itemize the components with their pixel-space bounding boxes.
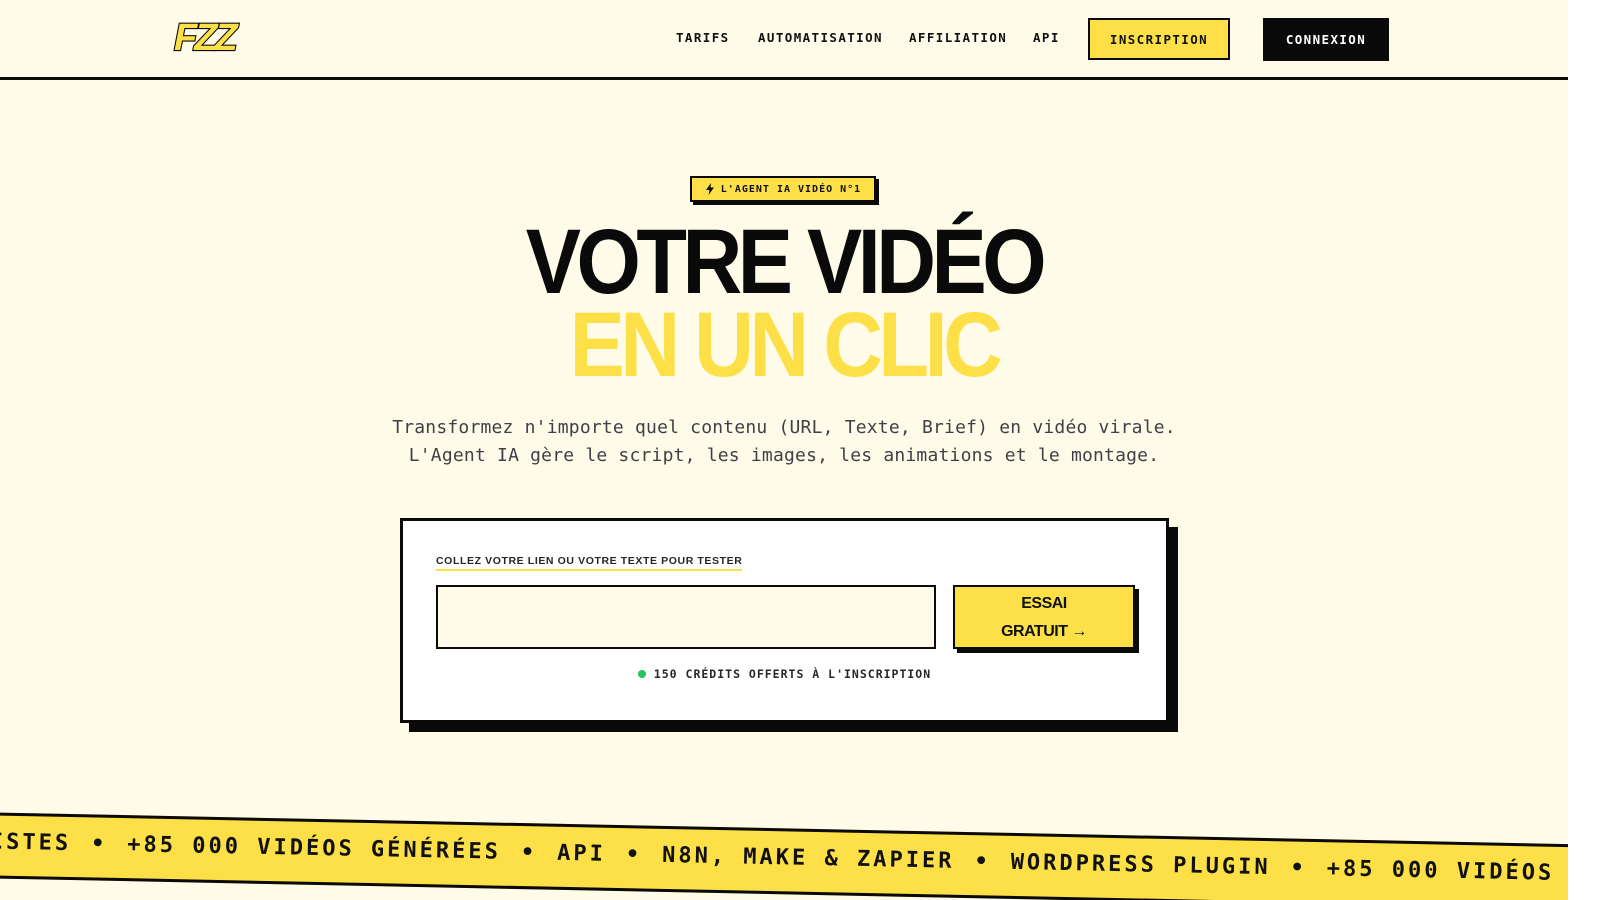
ribbon-item: API	[556, 840, 607, 867]
brand-logo[interactable]: FZZ	[172, 16, 248, 62]
nav-link-api[interactable]: API	[1033, 30, 1060, 45]
hero-badge: L'AGENT IA VIDÉO N°1	[690, 176, 876, 202]
status-dot-icon	[637, 670, 646, 678]
landing-page: FZZ TARIFS AUTOMATISATION AFFILIATION AP…	[0, 0, 1568, 900]
ribbon-item: WORDPRESS PLUGIN	[1010, 849, 1271, 881]
nav-link-automatisation[interactable]: AUTOMATISATION	[758, 30, 883, 45]
svg-text:FZZ: FZZ	[174, 17, 239, 59]
signup-button[interactable]: INSCRIPTION	[1088, 18, 1230, 60]
ribbon-item: N8N, MAKE & ZAPIER	[661, 842, 955, 874]
free-trial-button-line2: GRATUIT →	[1001, 623, 1087, 640]
free-trial-button-line1: ESSAI	[1021, 595, 1067, 612]
hero-badge-label: L'AGENT IA VIDÉO N°1	[720, 183, 862, 195]
scrollbar-gutter[interactable]	[1568, 0, 1600, 900]
ribbon-separator: •	[520, 840, 538, 866]
ribbon-separator: •	[974, 849, 991, 875]
try-card: COLLEZ VOTRE LIEN OU VOTRE TEXTE POUR TE…	[400, 518, 1169, 723]
ribbon-item: +85 000 VIDÉOS GÉNÉRÉES	[1326, 856, 1568, 888]
hero-subtitle-line2: L'Agent IA gère le script, les images, l…	[408, 445, 1160, 466]
hero-subtitle-line1: Transformez n'importe quel contenu (URL,…	[392, 417, 1176, 438]
free-trial-button[interactable]: ESSAI GRATUIT →	[953, 585, 1135, 649]
ribbon-track: ULTRA-RÉALISTES • +85 000 VIDÉOS GÉNÉRÉE…	[0, 826, 1568, 889]
site-header: FZZ TARIFS AUTOMATISATION AFFILIATION AP…	[0, 0, 1568, 80]
ribbon-item: ULTRA-RÉALISTES	[0, 826, 72, 857]
nav-link-tarifs[interactable]: TARIFS	[676, 30, 730, 45]
credits-text: 150 CRÉDITS OFFERTS À L'INSCRIPTION	[653, 667, 932, 681]
credits-note: 150 CRÉDITS OFFERTS À L'INSCRIPTION	[403, 667, 1166, 681]
lightning-icon	[705, 183, 714, 195]
login-button[interactable]: CONNEXION	[1263, 18, 1389, 61]
hero-title-line2: EN UN CLIC	[569, 294, 1003, 396]
ribbon-separator: •	[625, 842, 643, 868]
nav-link-affiliation[interactable]: AFFILIATION	[909, 30, 1007, 45]
try-card-label: COLLEZ VOTRE LIEN OU VOTRE TEXTE POUR TE…	[436, 555, 743, 571]
ribbon-separator: •	[90, 831, 108, 857]
ribbon-separator: •	[1290, 855, 1308, 881]
ribbon-item: +85 000 VIDÉOS GÉNÉRÉES	[127, 832, 502, 865]
features-ribbon: ULTRA-RÉALISTES • +85 000 VIDÉOS GÉNÉRÉE…	[0, 812, 1568, 900]
content-input[interactable]	[436, 585, 936, 649]
